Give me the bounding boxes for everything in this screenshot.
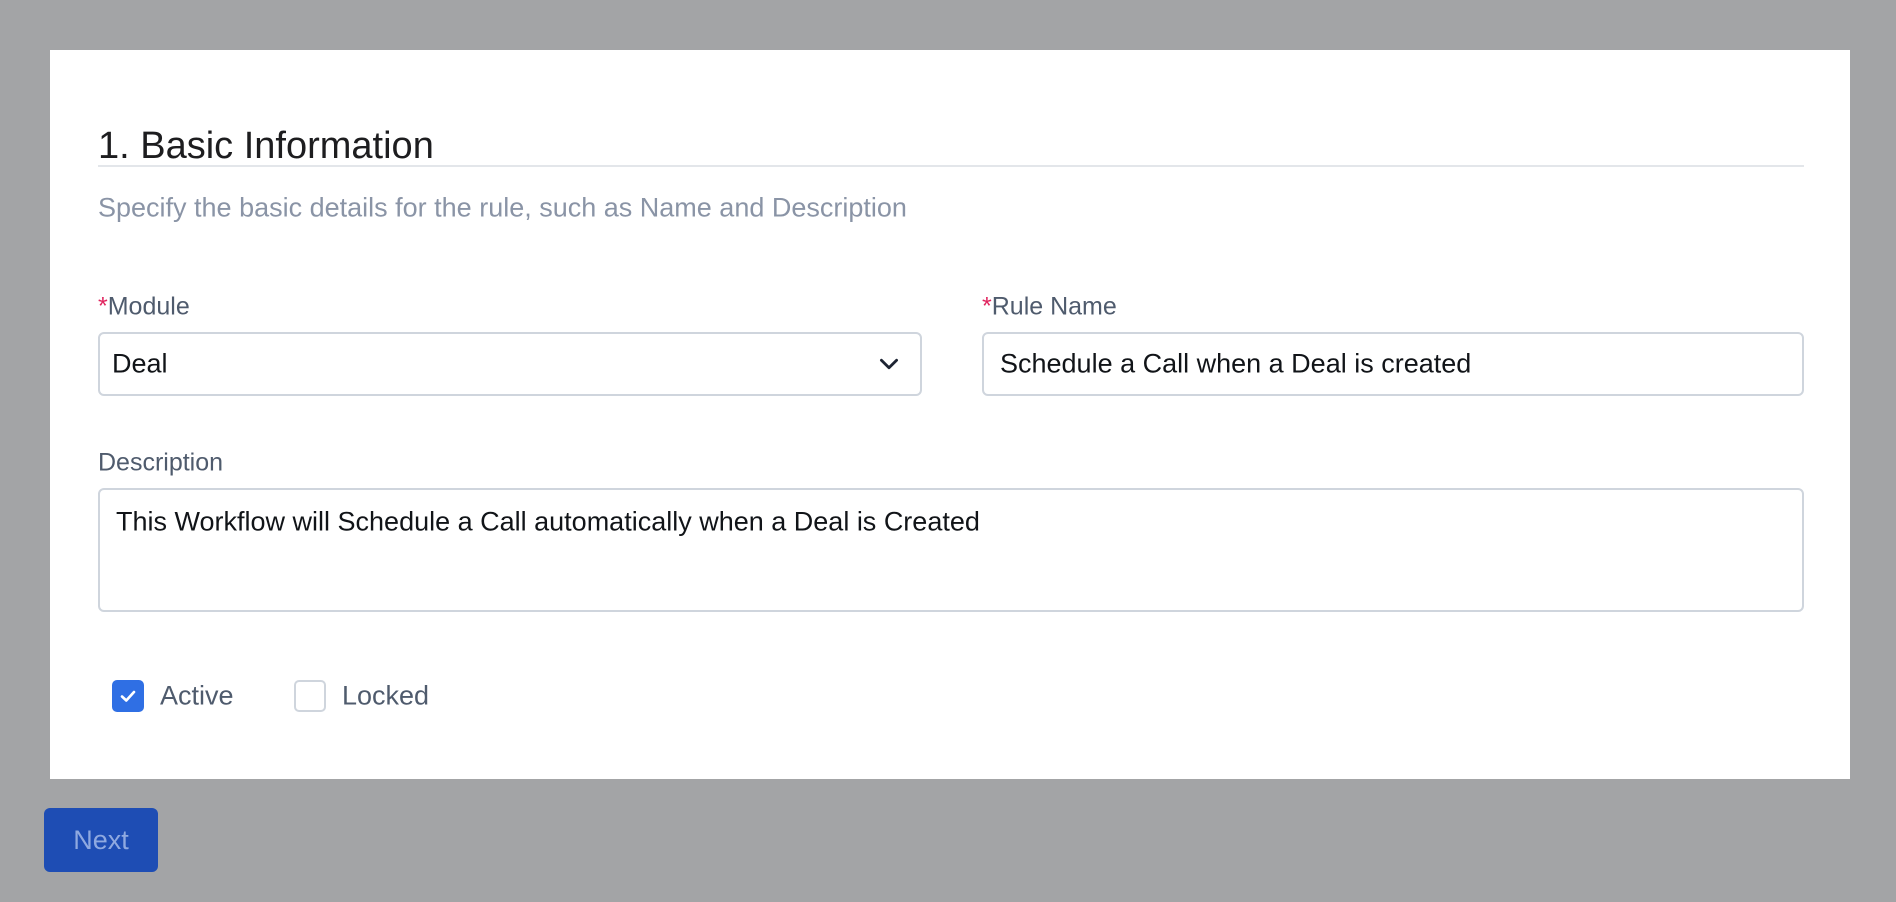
description-textarea[interactable]: This Workflow will Schedule a Call autom…: [98, 488, 1804, 612]
rule-name-label-text: Rule Name: [991, 292, 1117, 321]
module-select[interactable]: Deal: [98, 332, 922, 396]
next-button[interactable]: Next: [44, 808, 158, 872]
description-textarea-value: This Workflow will Schedule a Call autom…: [116, 506, 980, 537]
chevron-down-icon: [880, 358, 898, 370]
rule-name-label: *Rule Name: [982, 292, 1117, 321]
required-marker: *: [982, 292, 992, 321]
module-label: *Module: [98, 292, 190, 321]
required-marker: *: [98, 292, 108, 321]
rule-name-input-value: Schedule a Call when a Deal is created: [1000, 348, 1472, 379]
check-icon: [120, 690, 136, 702]
locked-checkbox[interactable]: [294, 680, 326, 712]
description-label: Description: [98, 448, 224, 477]
module-label-text: Module: [107, 292, 190, 321]
active-label[interactable]: Active: [160, 682, 234, 710]
basic-information-card: 1. Basic Information Specify the basic d…: [50, 50, 1850, 779]
module-select-value: Deal: [112, 348, 168, 379]
title-divider: [98, 165, 1804, 167]
section-subtitle: Specify the basic details for the rule, …: [98, 192, 907, 223]
section-title: 1. Basic Information: [98, 125, 434, 167]
rule-name-input[interactable]: Schedule a Call when a Deal is created: [982, 332, 1804, 396]
active-checkbox[interactable]: [112, 680, 144, 712]
locked-label[interactable]: Locked: [342, 682, 429, 710]
